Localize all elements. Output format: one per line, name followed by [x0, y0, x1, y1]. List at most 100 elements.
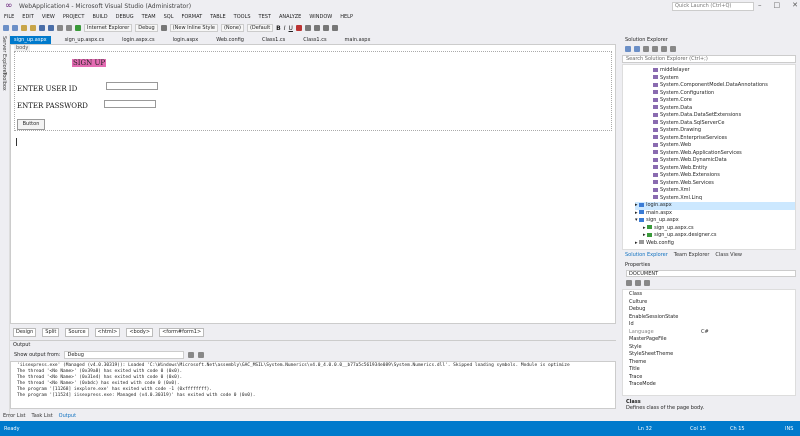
output-source-dropdown[interactable]: Debug	[64, 351, 185, 359]
align-left-icon[interactable]	[304, 25, 311, 31]
style-dropdown[interactable]: (New Inline Style	[169, 24, 218, 32]
menu-file[interactable]: FILE	[0, 12, 18, 22]
toolbox-tab[interactable]: Toolbox	[1, 72, 7, 91]
tab-sign-up-aspx[interactable]: sign_up.aspx	[10, 36, 51, 44]
quick-launch-input[interactable]: Quick Launch (Ctrl+Q)	[672, 2, 754, 11]
signup-heading[interactable]: SIGN UP	[72, 59, 107, 67]
menu-debug[interactable]: DEBUG	[112, 12, 138, 22]
menu-table[interactable]: TABLE	[206, 12, 229, 22]
tree-item[interactable]: System.Web.Extensions	[653, 172, 720, 180]
back-icon[interactable]	[625, 46, 631, 52]
tab-output[interactable]: Output	[56, 413, 79, 419]
tree-item[interactable]: System.Web	[653, 142, 691, 150]
tree-item[interactable]: System.Core	[653, 97, 692, 105]
menu-help[interactable]: HELP	[336, 12, 357, 22]
refresh-icon[interactable]	[652, 46, 658, 52]
property-row[interactable]: Language C#	[629, 329, 797, 337]
maximize-icon[interactable]: □	[774, 1, 781, 11]
forward-icon[interactable]	[634, 46, 640, 52]
tab-task-list[interactable]: Task List	[29, 413, 56, 419]
tree-item[interactable]: middlelayer	[653, 67, 690, 75]
word-wrap-icon[interactable]	[198, 352, 205, 358]
home-icon[interactable]	[643, 46, 649, 52]
forward-icon[interactable]	[12, 25, 18, 31]
tree-item[interactable]: System.Data.DataSetExtensions	[653, 112, 741, 120]
open-icon[interactable]	[30, 25, 36, 31]
source-view-button[interactable]: Source	[65, 327, 89, 337]
back-icon[interactable]	[3, 25, 9, 31]
property-row[interactable]: Title	[629, 366, 797, 374]
property-row[interactable]: Theme	[629, 359, 797, 367]
tree-item[interactable]: ▸ main.aspx	[635, 210, 672, 218]
underline-button[interactable]: U	[289, 25, 293, 32]
find-icon[interactable]	[160, 25, 167, 31]
new-project-icon[interactable]	[21, 25, 27, 31]
output-text[interactable]: 'iisexpress.exe' (Managed (v4.0.30319)):…	[10, 361, 616, 409]
property-row[interactable]: TraceMode	[629, 381, 797, 389]
start-debugging-icon[interactable]	[75, 25, 81, 31]
italic-button[interactable]: I	[284, 25, 286, 32]
clear-all-icon[interactable]	[188, 352, 195, 358]
font-color-icon[interactable]	[295, 25, 302, 31]
submit-button[interactable]: Button	[17, 119, 45, 130]
property-row[interactable]: EnableSessionState	[629, 314, 797, 322]
tree-item[interactable]: System.Drawing	[653, 127, 701, 135]
configuration-dropdown[interactable]: Debug	[135, 24, 158, 32]
font-size-dropdown[interactable]: (Default	[246, 24, 274, 32]
property-row[interactable]: MasterPageFile	[629, 336, 797, 344]
tree-item[interactable]: System.Xml.Linq	[653, 195, 702, 203]
tree-item[interactable]: ▸ sign_up.aspx.designer.cs	[643, 232, 716, 240]
breadcrumb-html[interactable]: <html>	[94, 327, 121, 337]
tree-item[interactable]: ▸ sign_up.aspx.cs	[643, 225, 694, 233]
breadcrumb-body[interactable]: <body>	[126, 327, 154, 337]
font-name-dropdown[interactable]: (None)	[220, 24, 244, 32]
menu-team[interactable]: TEAM	[138, 12, 160, 22]
menu-sql[interactable]: SQL	[160, 12, 178, 22]
tab-solution-explorer[interactable]: Solution Explorer	[622, 251, 671, 259]
bold-button[interactable]: B	[276, 25, 281, 32]
tree-item[interactable]: System.Configuration	[653, 90, 714, 98]
menu-format[interactable]: FORMAT	[178, 12, 207, 22]
password-input[interactable]	[104, 100, 156, 108]
tree-item[interactable]: ▾ sign_up.aspx	[635, 217, 679, 225]
tree-item[interactable]: System.ComponentModel.DataAnnotations	[653, 82, 768, 90]
menu-edit[interactable]: EDIT	[18, 12, 38, 22]
menu-project[interactable]: PROJECT	[59, 12, 89, 22]
tree-item[interactable]: System.Xml	[653, 187, 690, 195]
close-icon[interactable]: ✕	[792, 1, 798, 11]
menu-view[interactable]: VIEW	[38, 12, 59, 22]
properties-object-dropdown[interactable]: DOCUMENT	[626, 270, 796, 277]
menu-tools[interactable]: TOOLS	[230, 12, 255, 22]
tree-item[interactable]: ▸ Web.config	[635, 240, 674, 248]
property-row[interactable]: Style	[629, 344, 797, 352]
breadcrumb-form[interactable]: <form#form1>	[159, 327, 205, 337]
tab-login-aspx-cs[interactable]: login.aspx.cs	[118, 36, 159, 44]
categorized-icon[interactable]	[626, 280, 632, 286]
menu-test[interactable]: TEST	[255, 12, 275, 22]
tab-team-explorer[interactable]: Team Explorer	[671, 251, 713, 259]
property-row[interactable]: StyleSheetTheme	[629, 351, 797, 359]
user-id-input[interactable]	[106, 82, 158, 90]
tab-login-aspx[interactable]: login.aspx	[169, 36, 203, 44]
align-center-icon[interactable]	[313, 25, 320, 31]
tree-item[interactable]: System.Web.DynamicData	[653, 157, 727, 165]
tree-item[interactable]: System	[653, 75, 679, 83]
save-all-icon[interactable]	[48, 25, 54, 31]
tab-error-list[interactable]: Error List	[0, 413, 29, 419]
property-row[interactable]: Trace	[629, 374, 797, 382]
property-row[interactable]: Debug	[629, 306, 797, 314]
save-icon[interactable]	[39, 25, 45, 31]
menu-analyze[interactable]: ANALYZE	[275, 12, 305, 22]
menu-window[interactable]: WINDOW	[305, 12, 336, 22]
properties-icon[interactable]	[670, 46, 676, 52]
property-row[interactable]: Class	[629, 291, 797, 299]
tab-web-config[interactable]: Web.config	[212, 36, 248, 44]
tree-item[interactable]: System.Data	[653, 105, 692, 113]
tree-item[interactable]: System.Web.ApplicationServices	[653, 150, 742, 158]
menu-build[interactable]: BUILD	[88, 12, 111, 22]
wrench-icon[interactable]	[644, 280, 650, 286]
split-view-button[interactable]: Split	[42, 327, 60, 337]
server-explorer-tab[interactable]: Server Explorer	[1, 36, 7, 75]
bullets-icon[interactable]	[322, 25, 329, 31]
tree-item[interactable]: System.Web.Entity	[653, 165, 707, 173]
